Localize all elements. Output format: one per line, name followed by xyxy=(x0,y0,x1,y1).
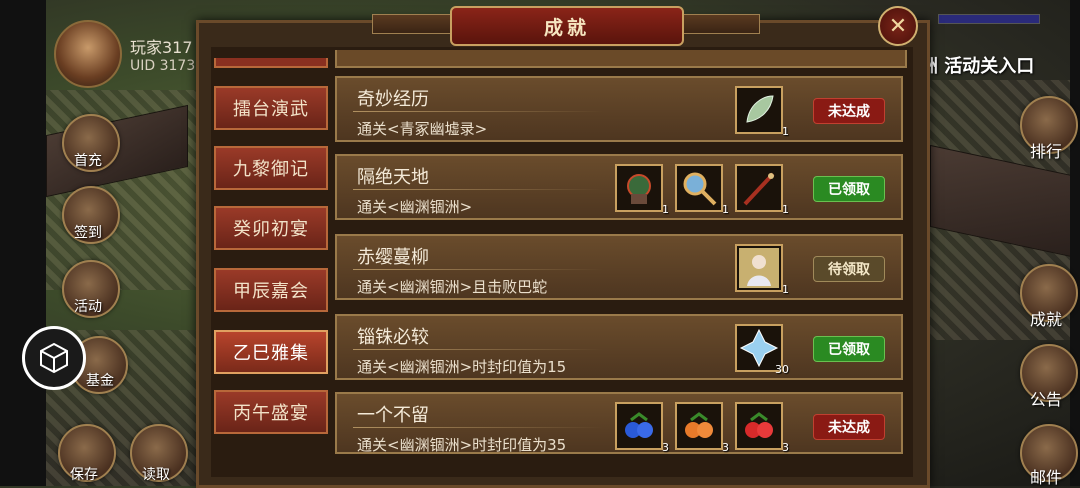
cube-icon xyxy=(40,342,68,374)
status-badge[interactable]: 未达成 xyxy=(813,98,885,124)
tab-jiachen[interactable]: 甲辰嘉会 xyxy=(214,268,328,312)
row-divider xyxy=(353,427,603,428)
reward-count: 1 xyxy=(722,203,729,216)
armor-icon xyxy=(627,174,651,204)
mail-label: 邮件 xyxy=(1029,468,1062,487)
reward-item[interactable]: 1 xyxy=(675,164,729,216)
announcement-label: 公告 xyxy=(1029,390,1062,409)
achievement-row: 锱铢必较 通关<幽渊锢洲>时封印值为15 30 已领取 xyxy=(335,314,903,380)
character-portrait-icon xyxy=(739,248,779,288)
leaf-icon xyxy=(746,95,774,123)
ranking-label: 排行 xyxy=(1029,142,1062,161)
reward-count: 30 xyxy=(775,363,789,376)
first-charge-label: 首充 xyxy=(74,153,102,169)
activity-label: 活动 xyxy=(74,299,102,315)
achievement-title: 奇妙经历 xyxy=(357,89,429,110)
achievement-title: 赤缨蔓柳 xyxy=(357,247,429,268)
reward-item[interactable]: 1 xyxy=(735,86,789,138)
panel-title: 成就 xyxy=(450,6,684,46)
achievement-desc: 通关<幽渊锢洲>时封印值为15 xyxy=(357,358,567,376)
reward-count: 1 xyxy=(782,203,789,216)
status-badge[interactable]: 已领取 xyxy=(813,176,885,202)
reward-item[interactable]: 3 xyxy=(615,402,669,454)
reward-item[interactable]: 1 xyxy=(735,244,789,296)
status-badge[interactable]: 未达成 xyxy=(813,414,885,440)
cube-menu-button[interactable] xyxy=(22,326,86,390)
achievement-row: 一个不留 通关<幽渊锢洲>时封印值为35 3 3 3 未达成 xyxy=(335,392,903,454)
reward-count: 1 xyxy=(662,203,669,216)
reward-item[interactable]: 30 xyxy=(735,324,789,376)
player-name: 玩家317 xyxy=(130,38,193,57)
row-divider xyxy=(353,349,603,350)
load-label: 读取 xyxy=(142,467,170,483)
achievement-row: 赤缨蔓柳 通关<幽渊锢洲>且击败巴蛇 1 待领取 xyxy=(335,234,903,300)
player-avatar[interactable] xyxy=(54,20,122,88)
row-divider xyxy=(353,269,603,270)
close-icon: ✕ xyxy=(888,13,908,39)
achievement-title: 一个不留 xyxy=(357,405,429,426)
tab-guimao[interactable]: 癸卯初宴 xyxy=(214,206,328,250)
orange-fruit-icon xyxy=(685,412,713,438)
status-badge[interactable]: 待领取 xyxy=(813,256,885,282)
reward-count: 3 xyxy=(662,441,669,454)
tab-partial[interactable] xyxy=(214,58,328,68)
reward-item[interactable]: 3 xyxy=(735,402,789,454)
achievement-desc: 通关<青冢幽墟录> xyxy=(357,120,488,138)
event-entry-label[interactable]: 洲 活动关入口 xyxy=(920,52,1034,78)
reward-item[interactable]: 1 xyxy=(735,164,789,216)
achievement-desc: 通关<幽渊锢洲> xyxy=(357,198,473,216)
tab-leitai[interactable]: 擂台演武 xyxy=(214,86,328,130)
blue-fruit-icon xyxy=(625,412,653,438)
status-bar xyxy=(938,14,1040,24)
save-label: 保存 xyxy=(70,467,98,483)
mirror-icon xyxy=(683,172,717,206)
achievement-title: 锱铢必较 xyxy=(357,327,429,348)
status-badge[interactable]: 已领取 xyxy=(813,336,885,362)
reward-count: 3 xyxy=(722,441,729,454)
row-divider xyxy=(353,189,603,190)
tab-yisi[interactable]: 乙巳雅集 xyxy=(214,330,328,374)
achievement-row: 奇妙经历 通关<青冢幽墟录> 1 未达成 xyxy=(335,76,903,142)
player-uid: UID 3173 xyxy=(130,58,196,74)
screen-edge-left xyxy=(0,0,46,486)
row-divider xyxy=(353,111,603,112)
staff-icon xyxy=(743,172,775,206)
reward-count: 1 xyxy=(782,283,789,296)
achievement-desc: 通关<幽渊锢洲>且击败巴蛇 xyxy=(357,278,548,296)
achievement-label: 成就 xyxy=(1029,310,1062,329)
reward-count: 3 xyxy=(782,441,789,454)
screen-edge-right xyxy=(1070,0,1080,486)
reward-item[interactable]: 3 xyxy=(675,402,729,454)
red-fruit-icon xyxy=(745,412,773,438)
tab-jiuli[interactable]: 九黎御记 xyxy=(214,146,328,190)
achievement-row: 隔绝天地 通关<幽渊锢洲> 1 1 1 已领取 xyxy=(335,154,903,220)
reward-count: 1 xyxy=(782,125,789,138)
list-row-partial xyxy=(335,50,907,68)
sign-in-label: 签到 xyxy=(74,225,102,241)
achievement-desc: 通关<幽渊锢洲>时封印值为35 xyxy=(357,436,567,454)
achievement-title: 隔绝天地 xyxy=(357,167,429,188)
close-button[interactable]: ✕ xyxy=(878,6,918,46)
reward-item[interactable]: 1 xyxy=(615,164,669,216)
tab-bingwu[interactable]: 丙午盛宴 xyxy=(214,390,328,434)
